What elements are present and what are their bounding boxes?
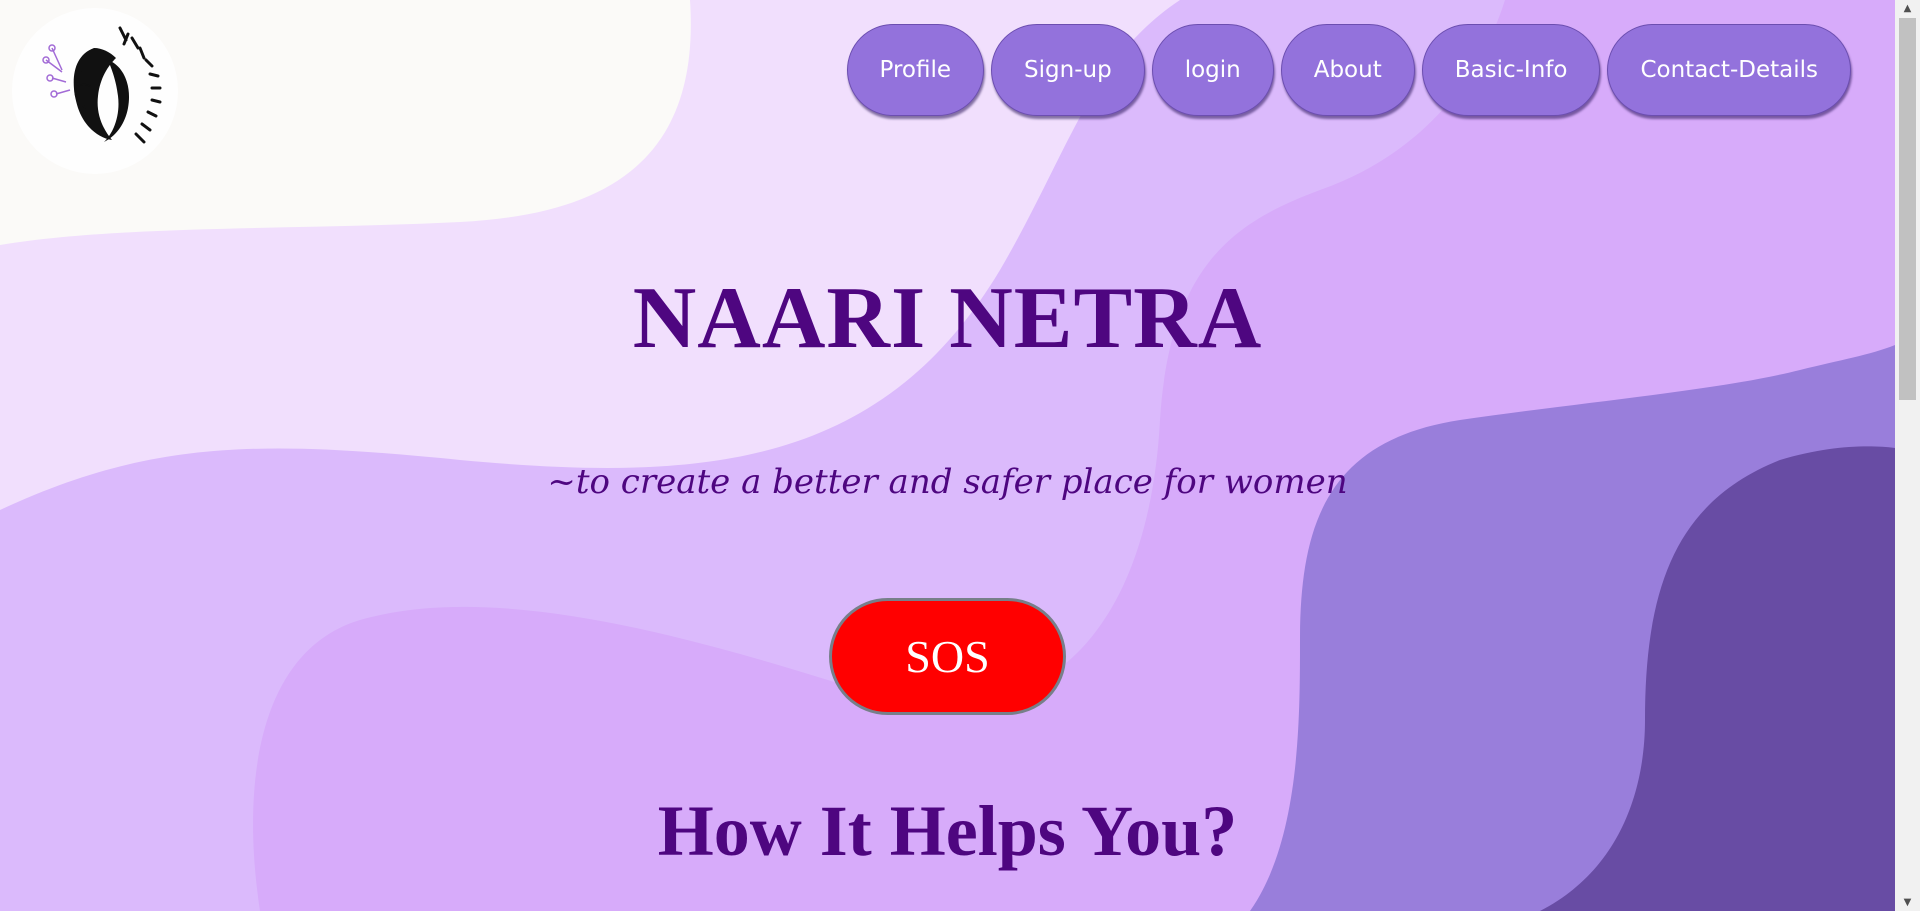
vertical-scrollbar[interactable]: ▲ ▼ xyxy=(1895,0,1920,911)
sos-button[interactable]: SOS xyxy=(829,598,1066,715)
arrow-down-icon[interactable]: ▼ xyxy=(1895,894,1920,911)
arrow-up-icon[interactable]: ▲ xyxy=(1895,0,1920,17)
how-it-helps-heading: How It Helps You? xyxy=(657,791,1238,871)
tagline: ~to create a better and safer place for … xyxy=(547,462,1348,502)
scrollbar-thumb[interactable] xyxy=(1899,18,1916,400)
contact-details-button[interactable]: Contact-Details xyxy=(1607,24,1851,116)
login-button[interactable]: login xyxy=(1151,24,1274,116)
sign-up-button[interactable]: Sign-up xyxy=(991,24,1145,116)
basic-info-button[interactable]: Basic-Info xyxy=(1421,24,1601,116)
page-title: NAARI NETRA xyxy=(632,270,1263,367)
profile-button[interactable]: Profile xyxy=(846,24,985,116)
woman-face-logo-icon xyxy=(42,26,162,144)
top-nav: Profile Sign-up login About Basic-Info C… xyxy=(846,24,1851,116)
about-button[interactable]: About xyxy=(1280,24,1415,116)
wave-background xyxy=(0,0,1895,911)
logo[interactable] xyxy=(12,8,178,174)
